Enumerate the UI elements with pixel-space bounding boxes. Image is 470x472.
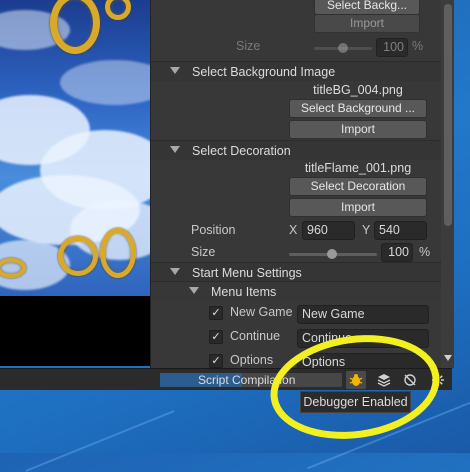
decoration-file-name: titleFlame_001.png xyxy=(304,161,412,175)
ornament-top xyxy=(50,0,100,54)
position-y-label: Y xyxy=(362,223,371,237)
continue-label: Continue xyxy=(230,329,281,343)
select-background-button[interactable]: Select Background ... xyxy=(289,99,427,118)
options-checkbox[interactable]: ✓ xyxy=(209,354,223,368)
decoration-size-unit: % xyxy=(419,245,431,259)
decoration-size-slider-knob[interactable] xyxy=(327,249,337,259)
menu-items-header[interactable]: Menu Items xyxy=(151,281,441,301)
new-game-checkbox[interactable]: ✓ xyxy=(209,306,223,320)
select-decoration-header[interactable]: Select Decoration xyxy=(151,140,441,160)
position-x-label: X xyxy=(289,223,298,237)
start-menu-settings-header[interactable]: Start Menu Settings xyxy=(151,262,441,282)
inspector-panel: Select Backg... Import Size 100 % Select… xyxy=(150,0,454,368)
ornament-bottom xyxy=(58,236,98,276)
foldout-arrow-icon xyxy=(170,146,180,153)
foldout-arrow-icon xyxy=(189,287,199,294)
new-game-label: New Game xyxy=(230,305,293,319)
desktop-wallpaper-streak xyxy=(25,410,175,472)
preview-letterbox xyxy=(0,296,152,366)
size-unit: % xyxy=(412,39,424,53)
foldout-arrow-icon xyxy=(170,268,180,275)
import-partial-button[interactable]: Import xyxy=(314,14,420,33)
game-preview xyxy=(0,0,152,296)
decoration-size-label: Size xyxy=(191,245,216,259)
continue-checkbox[interactable]: ✓ xyxy=(209,330,223,344)
select-decoration-button[interactable]: Select Decoration xyxy=(289,177,427,196)
scrollbar-thumb[interactable] xyxy=(444,4,452,226)
position-x-field[interactable]: 960 xyxy=(302,221,355,240)
position-label: Position xyxy=(191,223,236,237)
select-background-header[interactable]: Select Background Image xyxy=(151,61,441,81)
new-game-field[interactable]: New Game xyxy=(297,305,429,324)
position-y-field[interactable]: 540 xyxy=(374,221,427,240)
ornament-top-swirl xyxy=(105,0,131,20)
inspector-scrollbar[interactable] xyxy=(441,0,454,368)
ornament-bottom-swirl xyxy=(100,228,136,278)
decoration-size-field[interactable]: 100 xyxy=(381,243,413,262)
select-partial-button[interactable]: Select Backg... xyxy=(314,0,420,15)
size-slider-knob[interactable] xyxy=(338,43,348,53)
size-field[interactable]: 100 xyxy=(376,38,408,57)
size-label: Size xyxy=(236,39,261,53)
decoration-import-button[interactable]: Import xyxy=(289,198,427,217)
background-file-name: titleBG_004.png xyxy=(313,83,403,97)
scroll-down-arrow-icon[interactable] xyxy=(444,355,452,361)
foldout-arrow-icon xyxy=(170,67,180,74)
background-import-button[interactable]: Import xyxy=(289,120,427,139)
options-label: Options xyxy=(230,353,274,367)
